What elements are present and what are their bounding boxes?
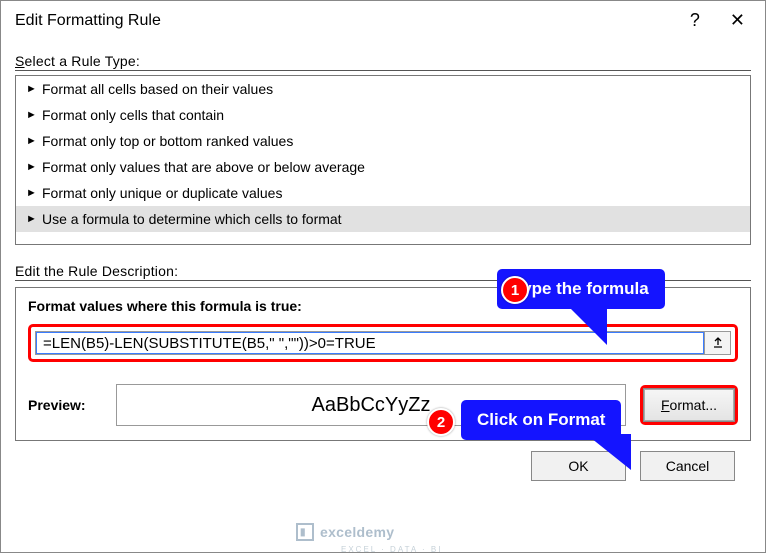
watermark-text: exceldemy [320,524,394,540]
arrow-icon: ► [26,110,36,121]
cancel-button[interactable]: Cancel [640,451,735,481]
titlebar: Edit Formatting Rule ? ✕ [1,1,765,41]
chart-icon: ▮ [296,523,314,541]
preview-row: Preview: AaBbCcYyZz Format... [28,384,738,426]
step-badge-1: 1 [501,276,529,304]
step-badge-2: 2 [427,408,455,436]
watermark: ▮ exceldemy [296,523,394,541]
callout-click-format: Click on Format [461,400,621,440]
rule-desc-box: Format values where this formula is true… [15,287,751,441]
arrow-icon: ► [26,214,36,225]
rule-type-item[interactable]: ►Format only cells that contain [16,102,750,128]
format-button[interactable]: Format... [643,388,735,422]
dialog-window: Edit Formatting Rule ? ✕ Select a Rule T… [0,0,766,553]
arrow-icon: ► [26,136,36,147]
arrow-icon: ► [26,188,36,199]
rule-type-item[interactable]: ►Format only unique or duplicate values [16,180,750,206]
close-icon[interactable]: ✕ [730,10,745,31]
arrow-icon: ► [26,84,36,95]
watermark-subtext: EXCEL · DATA · BI [341,545,442,554]
titlebar-controls: ? ✕ [690,10,755,31]
dialog-buttons: OK Cancel [15,441,751,493]
dialog-title: Edit Formatting Rule [11,12,161,30]
rule-type-item[interactable]: ►Format all cells based on their values [16,76,750,102]
rule-type-item[interactable]: ►Format only top or bottom ranked values [16,128,750,154]
format-highlight-frame: Format... [640,385,738,425]
rule-type-item[interactable]: ►Format only values that are above or be… [16,154,750,180]
rule-type-item-selected[interactable]: ►Use a formula to determine which cells … [16,206,750,232]
formula-highlight-frame [28,324,738,362]
rule-type-label: Select a Rule Type: [15,53,751,71]
rule-type-list[interactable]: ►Format all cells based on their values … [15,75,751,245]
arrow-icon: ► [26,162,36,173]
callout-arrow-icon [547,305,607,345]
help-icon[interactable]: ? [690,10,700,31]
formula-field [35,331,731,355]
range-selector-icon[interactable] [704,332,730,354]
preview-label: Preview: [28,397,102,413]
callout-arrow-icon [571,434,631,470]
